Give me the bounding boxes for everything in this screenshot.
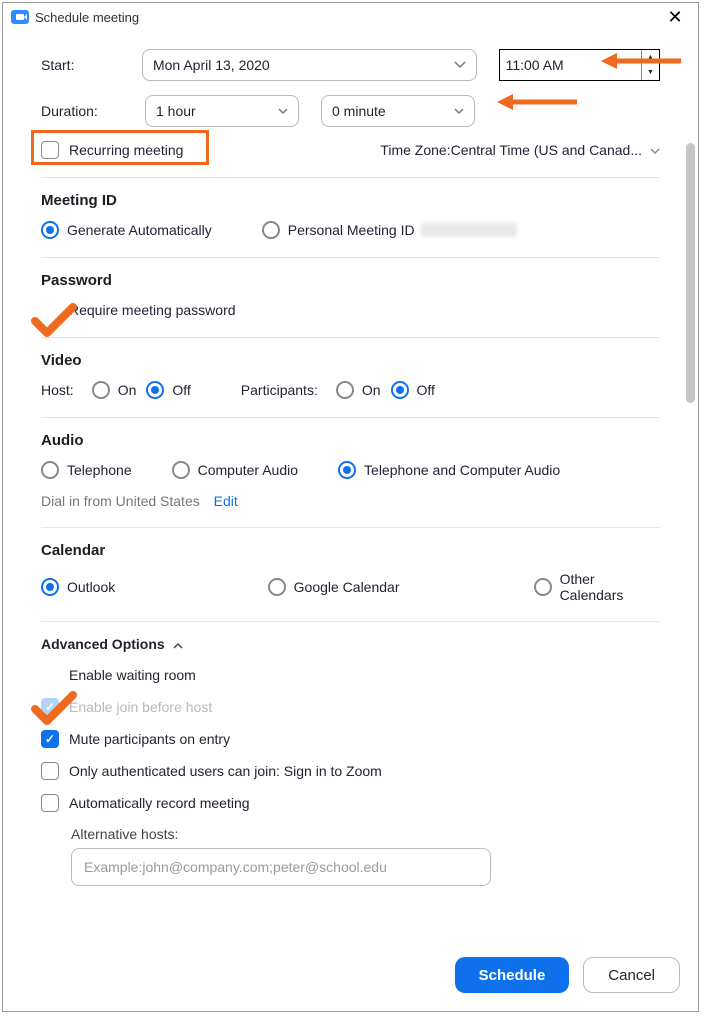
mute-on-entry-checkbox[interactable] xyxy=(41,730,59,748)
generate-auto-label: Generate Automatically xyxy=(67,222,212,238)
password-heading: Password xyxy=(41,272,660,289)
waiting-room-label: Enable waiting room xyxy=(69,667,196,683)
duration-hours-value: 1 hour xyxy=(156,103,196,119)
audio-telephone-option[interactable]: Telephone xyxy=(41,461,132,479)
cancel-button[interactable]: Cancel xyxy=(583,957,680,993)
personal-id-radio[interactable] xyxy=(262,221,280,239)
start-label: Start: xyxy=(41,57,142,73)
auto-record-label: Automatically record meeting xyxy=(69,795,250,811)
timezone-value: Central Time (US and Canad... xyxy=(451,142,642,158)
calendar-heading: Calendar xyxy=(41,542,660,559)
generate-auto-radio[interactable] xyxy=(41,221,59,239)
generate-auto-option[interactable]: Generate Automatically xyxy=(41,221,212,239)
audio-computer-option[interactable]: Computer Audio xyxy=(172,461,298,479)
duration-minutes-value: 0 minute xyxy=(332,103,386,119)
calendar-outlook-label: Outlook xyxy=(67,579,115,595)
audio-heading: Audio xyxy=(41,432,660,449)
chevron-down-icon xyxy=(650,142,660,158)
video-participants-label: Participants: xyxy=(241,382,318,398)
audio-telephone-label: Telephone xyxy=(67,462,132,478)
dialin-edit-link[interactable]: Edit xyxy=(214,493,238,509)
participants-video-off-radio[interactable] xyxy=(391,381,409,399)
scrollbar-thumb[interactable] xyxy=(686,143,695,403)
chevron-down-icon xyxy=(454,61,466,69)
host-video-off-radio[interactable] xyxy=(146,381,164,399)
advanced-options-label: Advanced Options xyxy=(41,636,165,652)
personal-id-label: Personal Meeting ID xyxy=(288,222,415,238)
calendar-google-label: Google Calendar xyxy=(294,579,400,595)
audio-telephone-radio[interactable] xyxy=(41,461,59,479)
personal-meeting-id-redacted xyxy=(421,223,517,237)
calendar-outlook-radio[interactable] xyxy=(41,578,59,596)
annotation-recurring-box xyxy=(31,130,209,165)
alt-hosts-label: Alternative hosts: xyxy=(71,826,660,842)
require-password-label: Require meeting password xyxy=(69,302,236,318)
calendar-other-option[interactable]: Other Calendars xyxy=(534,571,660,603)
auth-users-label: Only authenticated users can join: Sign … xyxy=(69,763,382,779)
chevron-up-icon xyxy=(173,636,183,652)
start-time-value: 11:00 AM xyxy=(506,57,564,73)
timezone-dropdown[interactable]: Time Zone: Central Time (US and Canad... xyxy=(380,142,660,158)
calendar-google-radio[interactable] xyxy=(268,578,286,596)
calendar-other-radio[interactable] xyxy=(534,578,552,596)
join-before-host-label: Enable join before host xyxy=(69,699,212,715)
dialin-text: Dial in from United States xyxy=(41,493,200,509)
duration-hours-dropdown[interactable]: 1 hour xyxy=(145,95,299,127)
schedule-button[interactable]: Schedule xyxy=(455,957,570,993)
audio-both-label: Telephone and Computer Audio xyxy=(364,462,560,478)
chevron-down-icon xyxy=(454,108,464,115)
zoom-icon xyxy=(11,10,29,24)
audio-computer-radio[interactable] xyxy=(172,461,190,479)
participants-video-on-label: On xyxy=(362,382,381,398)
audio-both-radio[interactable] xyxy=(338,461,356,479)
advanced-options-toggle[interactable]: Advanced Options xyxy=(41,636,183,652)
dialog-title: Schedule meeting xyxy=(35,10,660,25)
meeting-id-heading: Meeting ID xyxy=(41,192,660,209)
annotation-arrow-duration xyxy=(497,92,579,112)
participants-video-off-label: Off xyxy=(417,382,435,398)
annotation-check-waiting xyxy=(31,691,77,727)
calendar-other-label: Other Calendars xyxy=(560,571,660,603)
duration-label: Duration: xyxy=(41,103,145,119)
chevron-down-icon xyxy=(278,108,288,115)
auth-users-checkbox[interactable] xyxy=(41,762,59,780)
host-video-off-label: Off xyxy=(172,382,190,398)
host-video-on-label: On xyxy=(118,382,137,398)
video-heading: Video xyxy=(41,352,660,369)
auto-record-checkbox[interactable] xyxy=(41,794,59,812)
calendar-outlook-option[interactable]: Outlook xyxy=(41,578,228,596)
calendar-google-option[interactable]: Google Calendar xyxy=(268,578,494,596)
host-video-on-radio[interactable] xyxy=(92,381,110,399)
duration-minutes-dropdown[interactable]: 0 minute xyxy=(321,95,475,127)
video-host-label: Host: xyxy=(41,382,74,398)
annotation-check-password xyxy=(31,303,77,339)
start-date-dropdown[interactable]: Mon April 13, 2020 xyxy=(142,49,477,81)
scrollbar[interactable] xyxy=(682,3,698,1011)
annotation-arrow-time xyxy=(601,51,683,71)
mute-on-entry-label: Mute participants on entry xyxy=(69,731,230,747)
start-date-value: Mon April 13, 2020 xyxy=(153,57,270,73)
audio-computer-label: Computer Audio xyxy=(198,462,298,478)
personal-id-option[interactable]: Personal Meeting ID xyxy=(262,221,517,239)
timezone-prefix: Time Zone: xyxy=(380,142,450,158)
participants-video-on-radio[interactable] xyxy=(336,381,354,399)
audio-both-option[interactable]: Telephone and Computer Audio xyxy=(338,461,560,479)
alt-hosts-input[interactable] xyxy=(71,848,491,886)
